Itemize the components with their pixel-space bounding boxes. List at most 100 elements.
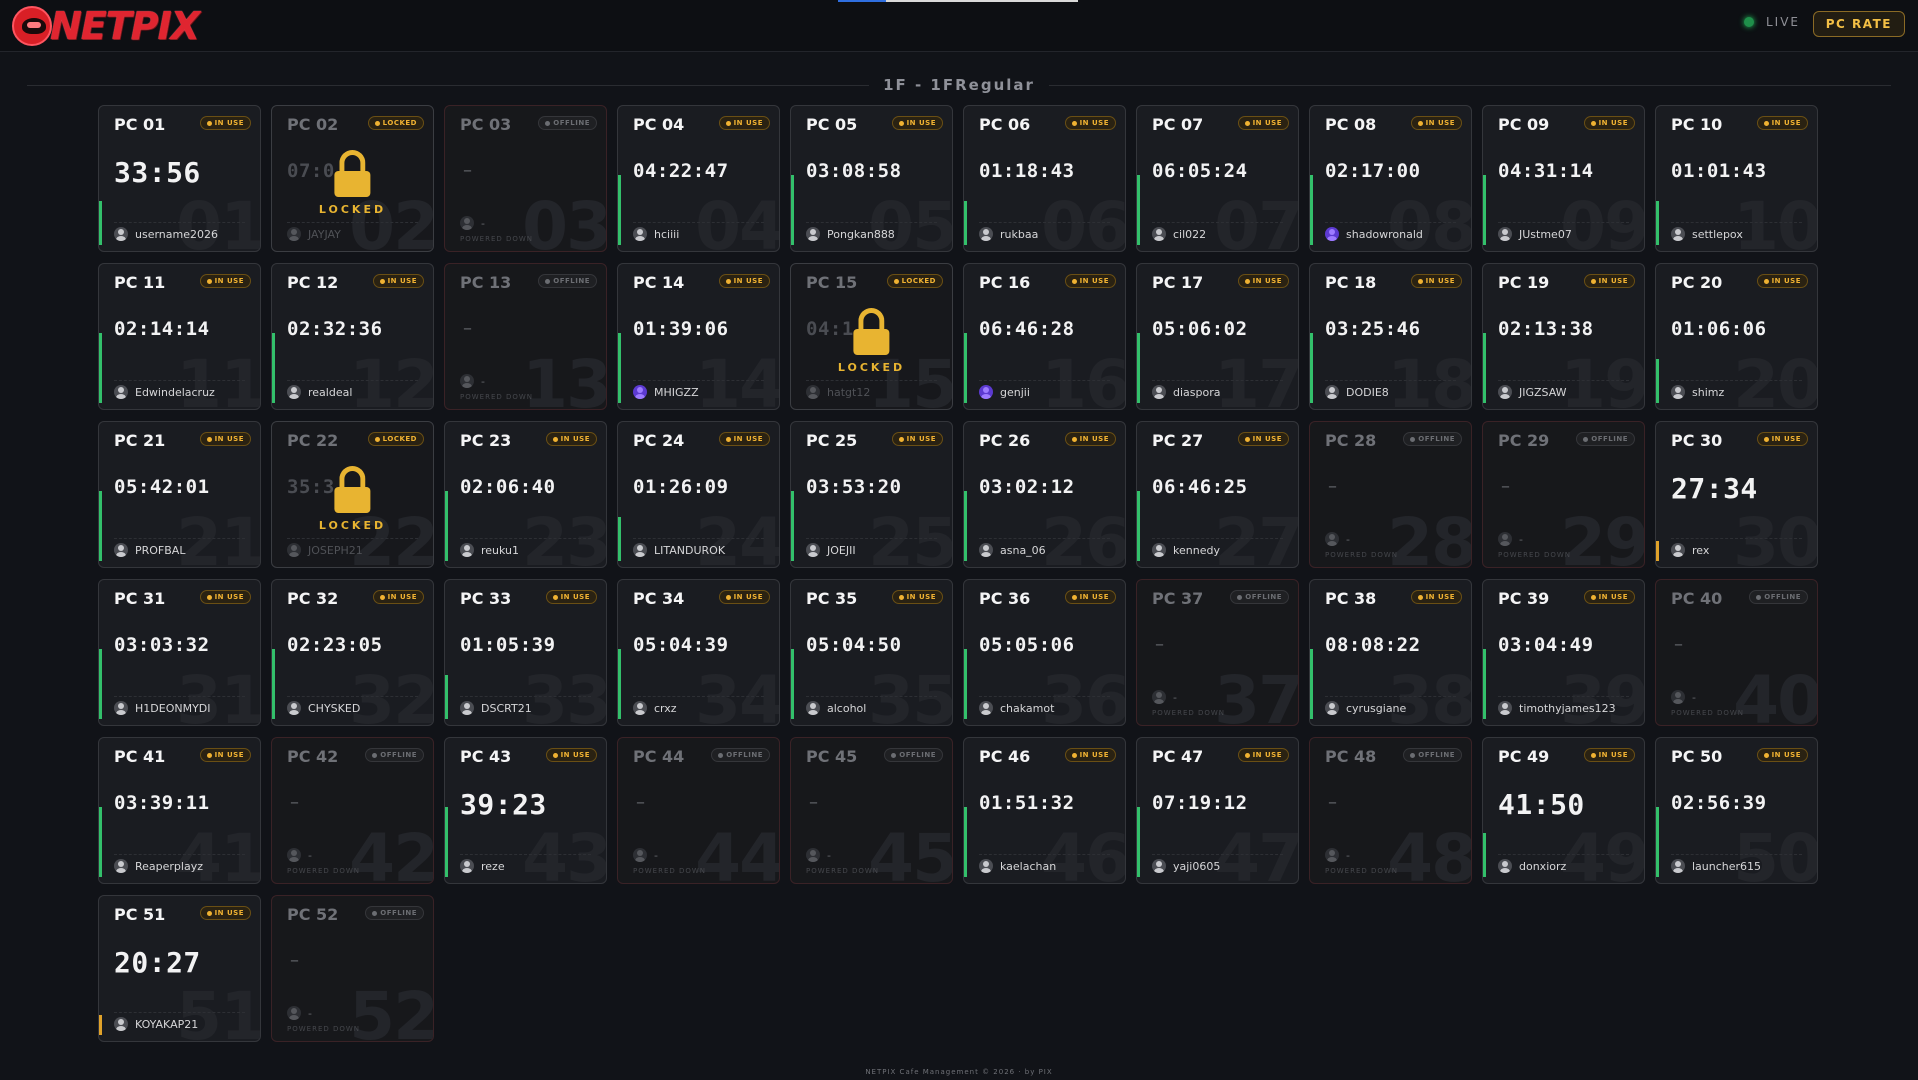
pc-watermark-number: 40 [1733,662,1818,726]
pc-card[interactable]: 38 PC 38 IN USE 08:08:22 cyrusgiane [1309,579,1472,726]
pc-card[interactable]: 21 PC 21 IN USE 05:42:01 PROFBAL [98,421,261,568]
pc-card[interactable]: 16 PC 16 IN USE 06:46:28 genjii [963,263,1126,410]
pc-card[interactable]: 39 PC 39 IN USE 03:04:49 timothyjames123 [1482,579,1645,726]
pc-card[interactable]: 27 PC 27 IN USE 06:46:25 kennedy [1136,421,1299,568]
pc-name: PC 38 [1325,589,1377,608]
status-badge: IN USE [199,116,251,130]
pc-card[interactable]: 08 PC 08 IN USE 02:17:00 shadowronald [1309,105,1472,252]
status-badge-label: OFFLINE [1418,751,1455,759]
pc-card[interactable]: 26 PC 26 IN USE 03:02:12 asna_06 [963,421,1126,568]
pc-card[interactable]: 43 PC 43 IN USE 39:23 reze [444,737,607,884]
pc-card[interactable]: 09 PC 09 IN USE 04:31:14 JUstme07 [1482,105,1645,252]
session-time: 03:03:32 [114,634,210,656]
card-divider [1671,222,1802,223]
session-time: 04:31:14 [1498,160,1594,182]
status-badge-label: OFFLINE [1245,593,1282,601]
card-divider [1325,380,1456,381]
pc-card[interactable]: 19 PC 19 IN USE 02:13:38 JIGZSAW [1482,263,1645,410]
pc-card[interactable]: 32 PC 32 IN USE 02:23:05 CHYSKED [271,579,434,726]
card-divider [287,380,418,381]
user-avatar-icon [114,859,128,873]
pc-card[interactable]: 10 PC 10 IN USE 01:01:43 settlepox [1655,105,1818,252]
username: reze [481,859,505,873]
pc-watermark-number: 39 [1560,662,1645,726]
status-dot-icon [1763,278,1769,284]
pc-card[interactable]: 31 PC 31 IN USE 03:03:32 H1DEONMYDI [98,579,261,726]
session-time: 05:04:39 [633,634,729,656]
session-time: 39:23 [460,788,547,821]
pc-card[interactable]: 24 PC 24 IN USE 01:26:09 LITANDUROK [617,421,780,568]
powered-down-label: POWERED DOWN [460,235,534,243]
pc-name: PC 15 [806,273,858,292]
pc-card[interactable]: 02 PC 02 LOCKED 07:0 JAYJAY LOCKED [271,105,434,252]
locked-label: LOCKED [837,361,906,374]
session-progress-stripe [964,333,967,403]
pc-card[interactable]: 20 PC 20 IN USE 01:06:06 shimz [1655,263,1818,410]
pc-card[interactable]: 51 PC 51 IN USE 20:27 KOYAKAP21 [98,895,261,1042]
pc-card[interactable]: 05 PC 05 IN USE 03:08:58 Pongkan888 [790,105,953,252]
status-dot-icon [725,594,731,600]
pc-card[interactable]: 52 PC 52 OFFLINE – - POWERED DOWN [271,895,434,1042]
pc-card[interactable]: 25 PC 25 IN USE 03:53:20 JOEJII [790,421,953,568]
pc-card[interactable]: 04 PC 04 IN USE 04:22:47 hciiii [617,105,780,252]
pc-card[interactable]: 07 PC 07 IN USE 06:05:24 cil022 [1136,105,1299,252]
user-avatar-icon [114,1017,128,1031]
pc-card[interactable]: 03 PC 03 OFFLINE – - POWERED DOWN [444,105,607,252]
card-divider [979,380,1110,381]
pc-rate-button[interactable]: PC RATE [1812,11,1905,37]
pc-card[interactable]: 29 PC 29 OFFLINE – - POWERED DOWN [1482,421,1645,568]
pc-card[interactable]: 48 PC 48 OFFLINE – - POWERED DOWN [1309,737,1472,884]
pc-card[interactable]: 17 PC 17 IN USE 05:06:02 diaspora [1136,263,1299,410]
pc-card[interactable]: 34 PC 34 IN USE 05:04:39 crxz [617,579,780,726]
status-badge-label: IN USE [1252,119,1282,127]
pc-card[interactable]: 40 PC 40 OFFLINE – - POWERED DOWN [1655,579,1818,726]
pc-card[interactable]: 49 PC 49 IN USE 41:50 donxiorz [1482,737,1645,884]
pc-card[interactable]: 42 PC 42 OFFLINE – - POWERED DOWN [271,737,434,884]
session-progress-stripe [445,491,448,561]
pc-watermark-number: 52 [349,978,434,1042]
pc-card[interactable]: 23 PC 23 IN USE 02:06:40 reuku1 [444,421,607,568]
session-progress-stripe [99,807,102,877]
pc-name: PC 25 [806,431,858,450]
netpix-logo[interactable]: NETPIX [12,4,200,48]
pc-watermark-number: 34 [695,662,780,726]
pc-name: PC 33 [460,589,512,608]
pc-watermark-number: 08 [1387,188,1472,252]
pc-card[interactable]: 15 PC 15 LOCKED 04:1 hatgt12 LOCKED [790,263,953,410]
pc-card[interactable]: 14 PC 14 IN USE 01:39:06 MHIGZZ [617,263,780,410]
status-badge: OFFLINE [538,274,597,288]
user-info: - [806,848,831,862]
pc-card[interactable]: 01 PC 01 IN USE 33:56 username2026 [98,105,261,252]
pc-card[interactable]: 11 PC 11 IN USE 02:14:14 Edwindelacruz [98,263,261,410]
pc-card[interactable]: 46 PC 46 IN USE 01:51:32 kaelachan [963,737,1126,884]
session-progress-stripe [1310,649,1313,719]
user-info: hatgt12 [806,385,870,399]
pc-card[interactable]: 22 PC 22 LOCKED 35:3 JOSEPH21 LOCKED [271,421,434,568]
status-dot-icon [725,120,731,126]
pc-card[interactable]: 12 PC 12 IN USE 02:32:36 realdeal [271,263,434,410]
pc-card[interactable]: 37 PC 37 OFFLINE – - POWERED DOWN [1136,579,1299,726]
session-time: 05:06:02 [1152,318,1248,340]
pc-card[interactable]: 35 PC 35 IN USE 05:04:50 alcohol [790,579,953,726]
status-badge-label: OFFLINE [1764,593,1801,601]
pc-card[interactable]: 30 PC 30 IN USE 27:34 rex [1655,421,1818,568]
pc-card[interactable]: 50 PC 50 IN USE 02:56:39 launcher615 [1655,737,1818,884]
user-avatar-icon [1498,385,1512,399]
pc-card[interactable]: 41 PC 41 IN USE 03:39:11 Reaperplayz [98,737,261,884]
pc-card[interactable]: 36 PC 36 IN USE 05:05:06 chakamot [963,579,1126,726]
pc-card[interactable]: 18 PC 18 IN USE 03:25:46 DODIE8 [1309,263,1472,410]
pc-card[interactable]: 47 PC 47 IN USE 07:19:12 yaji0605 [1136,737,1299,884]
pc-card[interactable]: 28 PC 28 OFFLINE – - POWERED DOWN [1309,421,1472,568]
session-progress-stripe [964,649,967,719]
status-badge: OFFLINE [1403,432,1462,446]
username: realdeal [308,385,353,399]
status-badge: IN USE [718,274,770,288]
pc-card[interactable]: 45 PC 45 OFFLINE – - POWERED DOWN [790,737,953,884]
username: DSCRT21 [481,701,532,715]
pc-card[interactable]: 06 PC 06 IN USE 01:18:43 rukbaa [963,105,1126,252]
pc-card[interactable]: 13 PC 13 OFFLINE – - POWERED DOWN [444,263,607,410]
user-info: username2026 [114,227,218,241]
pc-card[interactable]: 44 PC 44 OFFLINE – - POWERED DOWN [617,737,780,884]
pc-card[interactable]: 33 PC 33 IN USE 01:05:39 DSCRT21 [444,579,607,726]
session-time: 04:22:47 [633,160,729,182]
